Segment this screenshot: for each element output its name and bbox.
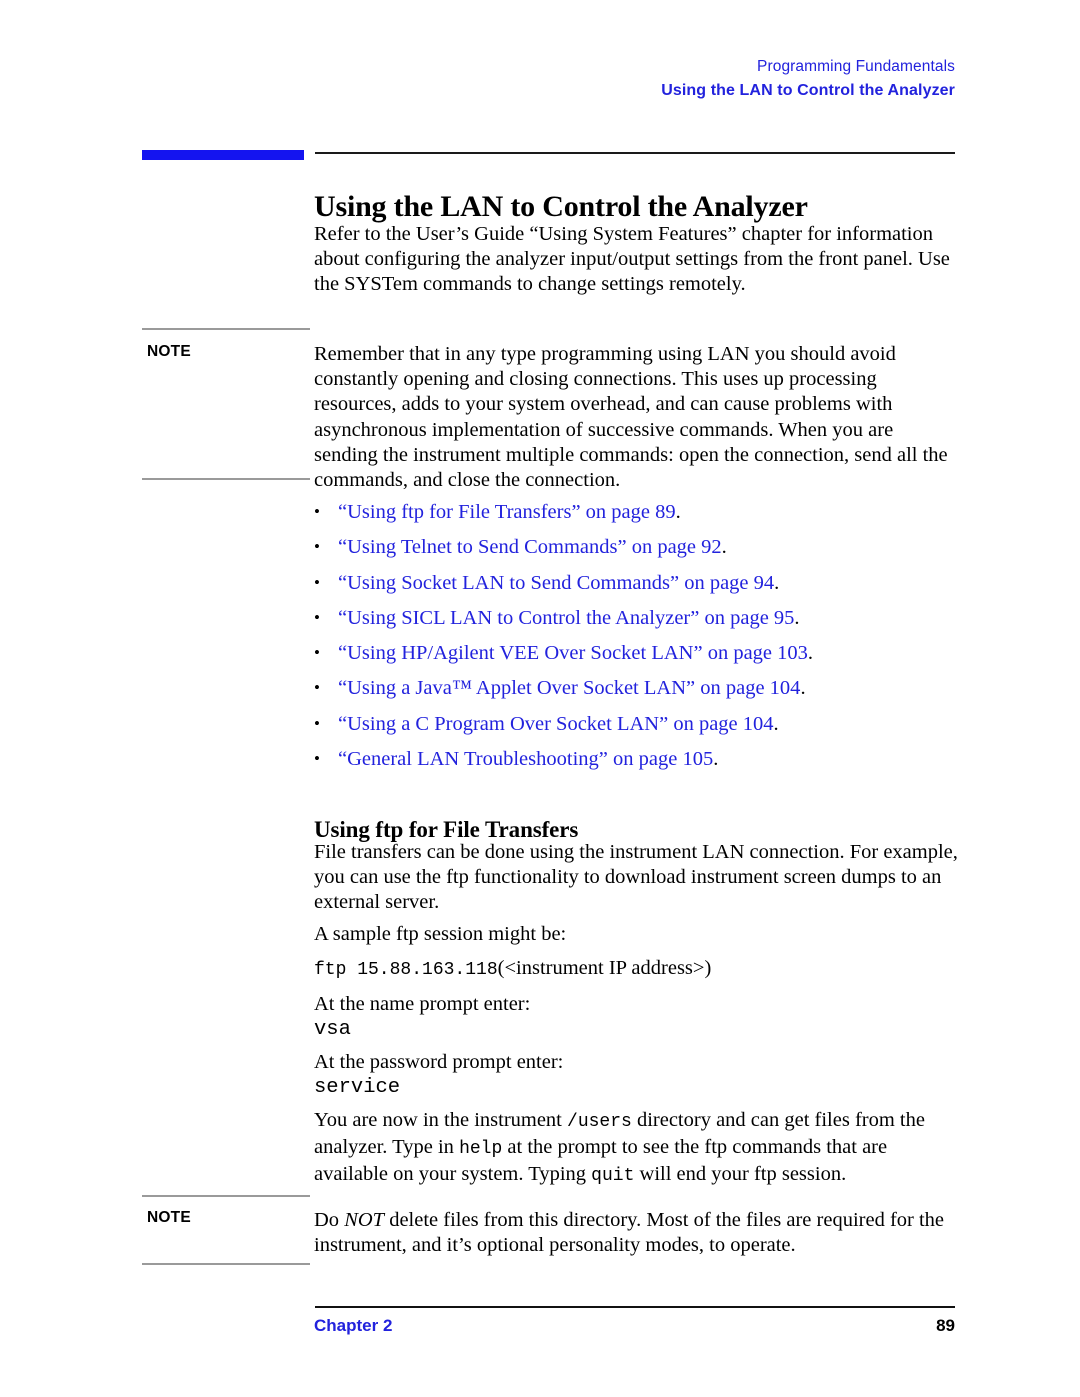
name-prompt-value: vsa <box>314 1018 351 1042</box>
cross-reference-link[interactable]: “Using ftp for File Transfers” on page 8… <box>338 500 681 524</box>
bullet-icon: • <box>314 749 320 769</box>
note-1-top-rule <box>142 328 310 330</box>
section-paragraph-1-block: File transfers can be done using the ins… <box>314 840 960 916</box>
note-2-top-rule <box>142 1195 310 1197</box>
link-trailing-period: . <box>675 501 681 523</box>
password-prompt-value: service <box>314 1076 401 1100</box>
bullet-icon: • <box>314 572 320 592</box>
bullet-icon: • <box>314 643 320 663</box>
note-1-body-block: Remember that in any type programming us… <box>314 342 960 493</box>
note-2-part-2: delete files from this directory. Most o… <box>314 1209 945 1257</box>
footer-rule <box>315 1306 955 1308</box>
users-path-code: /users <box>567 1112 632 1132</box>
list-item[interactable]: • “General LAN Troubleshooting” on page … <box>314 747 964 782</box>
section-paragraph-2-block: A sample ftp session might be: <box>314 922 960 947</box>
list-item[interactable]: • “Using Socket LAN to Send Commands” on… <box>314 571 964 606</box>
cross-reference-link[interactable]: “General LAN Troubleshooting” on page 10… <box>338 747 718 771</box>
password-prompt-block: At the password prompt enter: service <box>314 1050 960 1100</box>
link-trailing-period: . <box>800 677 806 700</box>
password-prompt-text: At the password prompt enter: <box>314 1051 564 1073</box>
title-horizontal-rule <box>315 152 955 154</box>
link-trailing-period: . <box>721 536 727 559</box>
cross-reference-link[interactable]: “Using a C Program Over Socket LAN” on p… <box>338 712 779 736</box>
ftp-command-block: ftp 15.88.163.118(<instrument IP address… <box>314 956 960 983</box>
bullet-icon: • <box>314 607 320 627</box>
footer-chapter-label: Chapter 2 <box>314 1316 393 1335</box>
bullet-icon: • <box>314 502 320 521</box>
note-1-text: Remember that in any type programming us… <box>314 343 948 492</box>
link-trailing-period: . <box>807 642 814 665</box>
link-trailing-period: . <box>773 712 779 735</box>
list-item[interactable]: • “Using Telnet to Send Commands” on pag… <box>314 535 964 570</box>
list-item[interactable]: • “Using HP/Agilent VEE Over Socket LAN”… <box>314 641 964 676</box>
name-prompt-block: At the name prompt enter: vsa <box>314 992 960 1042</box>
list-item[interactable]: • “Using ftp for File Transfers” on page… <box>314 500 964 535</box>
link-trailing-period: . <box>774 571 780 594</box>
bullet-icon: • <box>314 537 320 557</box>
note-2-label: NOTE <box>147 1209 191 1226</box>
list-item[interactable]: • “Using a Java™ Applet Over Socket LAN”… <box>314 676 964 711</box>
bullet-icon: • <box>314 678 320 698</box>
link-trailing-period: . <box>794 606 800 629</box>
cross-reference-link[interactable]: “Using a Java™ Applet Over Socket LAN” o… <box>338 676 806 700</box>
cross-reference-link[interactable]: “Using Socket LAN to Send Commands” on p… <box>338 571 779 595</box>
ftp-command-tail: (<instrument IP address>) <box>497 957 712 979</box>
intro-paragraph: Refer to the User’s Guide “Using System … <box>314 223 950 296</box>
ftp-command-mono: ftp 15.88.163.118 <box>314 960 498 980</box>
bullet-icon: • <box>314 713 320 733</box>
note-1-label: NOTE <box>147 343 191 360</box>
ftp-command-line: ftp 15.88.163.118(<instrument IP address… <box>314 956 960 983</box>
name-prompt-text: At the name prompt enter: <box>314 993 531 1015</box>
title-accent-bar <box>142 150 304 160</box>
running-header: Programming Fundamentals Using the LAN t… <box>661 55 955 104</box>
list-item[interactable]: • “Using SICL LAN to Control the Analyze… <box>314 606 964 641</box>
page-title: Using the LAN to Control the Analyzer <box>314 190 808 224</box>
section-paragraph-2: A sample ftp session might be: <box>314 923 567 945</box>
cross-reference-list: • “Using ftp for File Transfers” on page… <box>314 500 964 782</box>
link-trailing-period: . <box>713 748 719 771</box>
closing-paragraph-block: You are now in the instrument /users dir… <box>314 1108 960 1190</box>
section-paragraph-1: File transfers can be done using the ins… <box>314 841 958 914</box>
running-header-book-title: Programming Fundamentals <box>757 58 955 75</box>
cross-reference-link[interactable]: “Using HP/Agilent VEE Over Socket LAN” o… <box>338 641 813 665</box>
document-page: Programming Fundamentals Using the LAN t… <box>0 0 1080 1397</box>
closing-part-1: You are now in the instrument <box>314 1109 568 1131</box>
cross-reference-link[interactable]: “Using SICL LAN to Control the Analyzer”… <box>338 606 800 630</box>
footer-page-number: 89 <box>936 1316 955 1335</box>
list-item[interactable]: • “Using a C Program Over Socket LAN” on… <box>314 712 964 747</box>
running-header-section-title: Using the LAN to Control the Analyzer <box>661 82 955 100</box>
note-2-text: Do NOT delete files from this directory.… <box>314 1208 960 1258</box>
note-2-bottom-rule <box>142 1263 310 1265</box>
cross-reference-link[interactable]: “Using Telnet to Send Commands” on page … <box>338 535 727 559</box>
help-command-code: help <box>459 1139 503 1160</box>
note-1-bottom-rule <box>142 478 310 480</box>
note-2-body-block: Do NOT delete files from this directory.… <box>314 1208 960 1258</box>
note-2-emphasis: NOT <box>344 1209 385 1231</box>
closing-part-4: will end your ftp session. <box>634 1163 847 1186</box>
intro-paragraph-block: Refer to the User’s Guide “Using System … <box>314 222 960 298</box>
closing-paragraph: You are now in the instrument /users dir… <box>314 1108 960 1190</box>
note-2-part-1: Do <box>314 1209 345 1231</box>
quit-command-code: quit <box>591 1166 635 1187</box>
